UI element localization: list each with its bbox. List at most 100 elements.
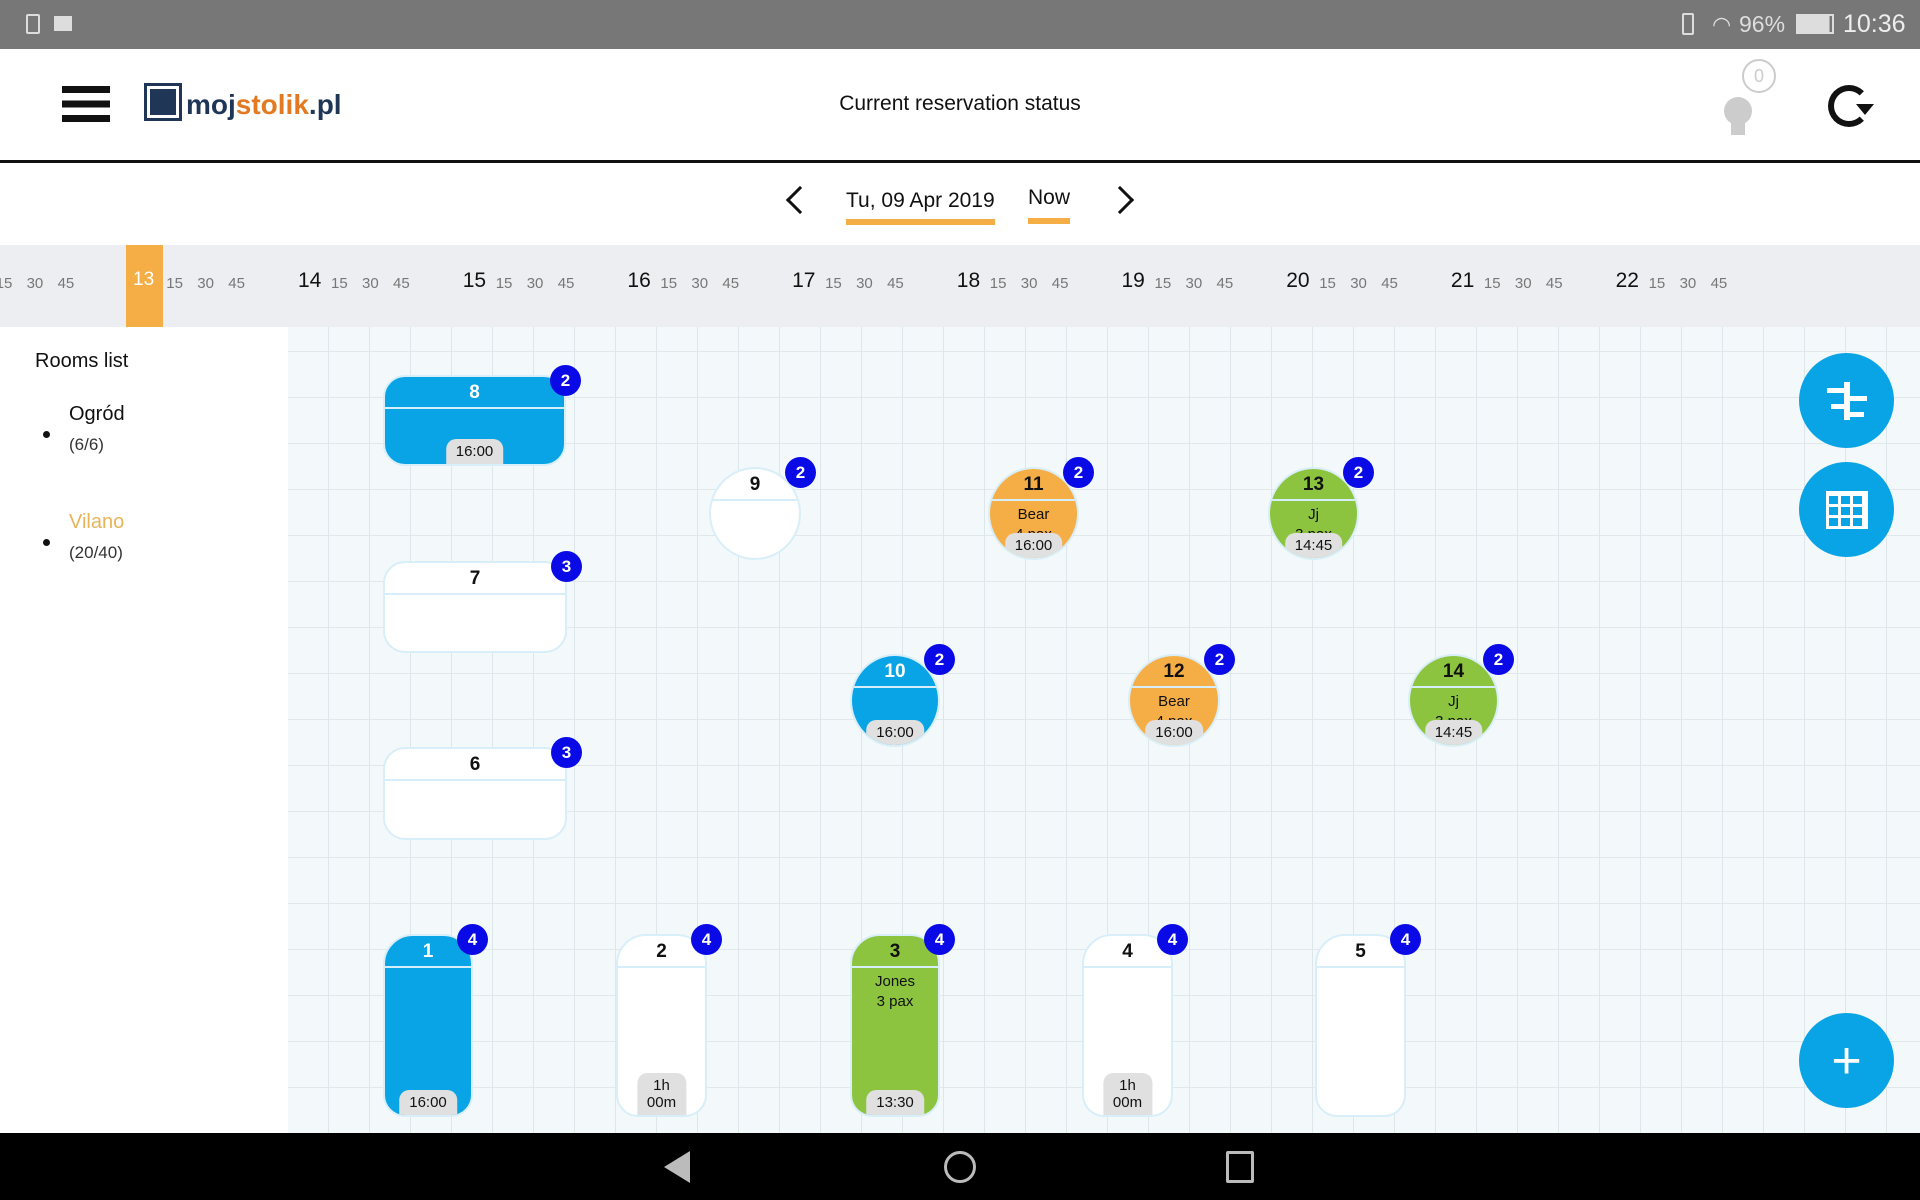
- timeline-quarter[interactable]: 15: [1649, 275, 1666, 292]
- seats-badge: 2: [1483, 644, 1514, 675]
- table-6[interactable]: 6: [383, 747, 567, 840]
- timeline-quarter[interactable]: 45: [393, 275, 410, 292]
- timeline-hour[interactable]: 16: [627, 269, 650, 293]
- timeline-quarter[interactable]: 15: [0, 275, 12, 292]
- table-header-divider: [385, 779, 565, 781]
- guest-name: Jj: [1308, 506, 1319, 523]
- timeline-quarter[interactable]: 30: [197, 275, 214, 292]
- timeline-quarter[interactable]: 30: [527, 275, 544, 292]
- seats-badge: 2: [1343, 457, 1374, 488]
- room-name: Ogród: [69, 403, 125, 425]
- timeline-quarter[interactable]: 15: [496, 275, 513, 292]
- timeline-quarter[interactable]: 15: [825, 275, 842, 292]
- table-header-divider: [990, 499, 1077, 501]
- timeline-quarter[interactable]: 15: [331, 275, 348, 292]
- now-button[interactable]: Now: [1028, 186, 1071, 224]
- timeline-quarter[interactable]: 45: [58, 275, 75, 292]
- previous-day-button[interactable]: [785, 185, 815, 215]
- timeline-quarter[interactable]: 30: [1680, 275, 1697, 292]
- home-icon[interactable]: [944, 1151, 976, 1183]
- seats-badge: 4: [1390, 924, 1421, 955]
- seats-badge: 3: [551, 551, 582, 582]
- timeline-hour[interactable]: 14: [298, 269, 321, 293]
- date-navigation: Tu, 09 Apr 2019 Now: [0, 166, 1920, 245]
- date-picker[interactable]: Tu, 09 Apr 2019: [846, 189, 995, 225]
- timeline-quarter[interactable]: 45: [1546, 275, 1563, 292]
- room-item-ogrod[interactable]: Ogród (6/6): [43, 403, 125, 455]
- next-day-button[interactable]: [1105, 185, 1135, 215]
- timeline-quarter[interactable]: 45: [722, 275, 739, 292]
- battery-icon: [1796, 14, 1834, 34]
- table-3[interactable]: 3 Jones 3 pax 13:30: [850, 934, 940, 1117]
- timeline-quarter[interactable]: 30: [1186, 275, 1203, 292]
- reservation-time: 13:30: [866, 1090, 924, 1115]
- room-item-vilano[interactable]: Vilano (20/40): [43, 511, 124, 563]
- reservation-time: 16:00: [445, 439, 504, 464]
- table-4[interactable]: 4 1h 00m: [1082, 934, 1173, 1117]
- back-icon[interactable]: [664, 1151, 690, 1183]
- timeline-hour-current[interactable]: 13: [133, 269, 154, 291]
- timeline-quarter[interactable]: 30: [27, 275, 44, 292]
- table-8[interactable]: 8 16:00: [383, 375, 566, 466]
- table-7[interactable]: 7: [383, 561, 567, 653]
- timeline-quarter[interactable]: 15: [166, 275, 183, 292]
- clock: 10:36: [1843, 10, 1906, 38]
- seats-badge: 2: [1063, 457, 1094, 488]
- add-reservation-button[interactable]: +: [1799, 1013, 1894, 1108]
- rooms-list-title: Rooms list: [35, 350, 129, 372]
- seats-badge: 2: [550, 365, 581, 396]
- reservation-time: 16:00: [1145, 720, 1203, 745]
- table-5[interactable]: 5: [1315, 934, 1406, 1117]
- timeline-icon: [1826, 381, 1867, 420]
- reservation-time: 14:45: [1284, 533, 1343, 558]
- party-size: 3 pax: [876, 993, 914, 1010]
- table-number: 8: [469, 382, 480, 403]
- timeline-quarter[interactable]: 30: [1021, 275, 1038, 292]
- room-count: (6/6): [69, 435, 104, 454]
- table-header-divider: [385, 407, 564, 409]
- timeline-quarter[interactable]: 45: [1052, 275, 1069, 292]
- timeline-hour[interactable]: 19: [1122, 269, 1145, 293]
- table-header-divider: [852, 686, 938, 688]
- timeline-quarter[interactable]: 30: [856, 275, 873, 292]
- reservation-time: 16:00: [1004, 533, 1063, 558]
- reservation-time: 16:00: [399, 1090, 457, 1115]
- timeline-quarter[interactable]: 15: [1319, 275, 1336, 292]
- timeline-quarter[interactable]: 15: [1155, 275, 1172, 292]
- timeline-quarter[interactable]: 30: [691, 275, 708, 292]
- timeline-hour[interactable]: 17: [792, 269, 815, 293]
- timeline-hour[interactable]: 15: [463, 269, 486, 293]
- timeline-quarter[interactable]: 30: [1350, 275, 1367, 292]
- timeline-quarter[interactable]: 45: [228, 275, 245, 292]
- notification-count-badge: 0: [1742, 59, 1776, 93]
- table-header-divider: [385, 593, 565, 595]
- app-header: mojstolik.pl Current reservation status …: [0, 49, 1920, 163]
- timeline-hour[interactable]: 21: [1451, 269, 1474, 293]
- seats-badge: 4: [924, 924, 955, 955]
- timeline-quarter[interactable]: 30: [1515, 275, 1532, 292]
- timeline-quarter[interactable]: 15: [990, 275, 1007, 292]
- timeline-quarter[interactable]: 45: [1711, 275, 1728, 292]
- timeline-quarter[interactable]: 15: [660, 275, 677, 292]
- recents-icon[interactable]: [1226, 1151, 1254, 1183]
- table-header-divider: [1317, 966, 1404, 968]
- timeline-quarter[interactable]: 15: [1484, 275, 1501, 292]
- table-number: 6: [469, 754, 481, 775]
- timeline-quarter[interactable]: 45: [887, 275, 904, 292]
- timeline-quarter[interactable]: 45: [1217, 275, 1234, 292]
- seats-badge: 2: [785, 457, 816, 488]
- table-grid-view-button[interactable]: [1799, 462, 1894, 557]
- table-2[interactable]: 2 1h 00m: [616, 934, 707, 1117]
- timeline-quarter[interactable]: 30: [362, 275, 379, 292]
- table-1[interactable]: 1 16:00: [383, 934, 473, 1117]
- timeline-quarter[interactable]: 45: [1381, 275, 1398, 292]
- reservation-time: 1h 00m: [636, 1073, 687, 1115]
- timeline-hour[interactable]: 22: [1616, 269, 1639, 293]
- timeline-view-button[interactable]: [1799, 353, 1894, 448]
- seats-badge: 4: [457, 924, 488, 955]
- timeline-quarter[interactable]: 45: [558, 275, 575, 292]
- upload-icon: [26, 14, 40, 34]
- timeline-hour[interactable]: 18: [957, 269, 980, 293]
- timeline[interactable]: 15 30 45 13 15 30 45 14 15 30 45 15 15 30 45 16 15 30 45 17…: [0, 245, 1920, 327]
- timeline-hour[interactable]: 20: [1286, 269, 1309, 293]
